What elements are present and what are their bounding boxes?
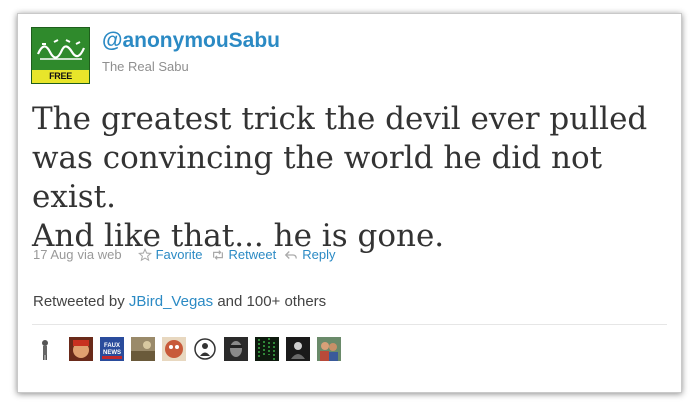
cartoon-icon <box>162 337 186 361</box>
retweeted-suffix: and 100+ others <box>217 293 327 310</box>
tweet-date[interactable]: 17 Aug <box>33 247 74 262</box>
profile-avatar[interactable]: FREE TOPIARY <box>31 27 90 84</box>
couple-photo-icon <box>317 337 341 361</box>
svg-text:FAUX: FAUX <box>104 343 120 349</box>
reply-arrow-icon <box>285 250 298 259</box>
tweet-source: via web <box>77 247 122 262</box>
retweeted-prefix: Retweeted by <box>33 293 125 310</box>
red-face-icon <box>69 337 93 361</box>
retweeter-avatar-row: FAUX NEWS <box>40 337 348 361</box>
dark-figure-icon <box>286 337 310 361</box>
faux-news-icon: FAUX NEWS <box>100 337 124 361</box>
retweeter-avatar[interactable] <box>69 337 93 361</box>
tweet-meta-bar: 17 Aug via web Favorite Retweet Reply <box>33 247 336 262</box>
anonymous-mask-icon <box>193 337 217 361</box>
arabic-script-graphic <box>36 39 86 60</box>
tweet-text: The greatest trick the devil ever pulled… <box>32 100 672 256</box>
retweeter-avatar[interactable] <box>193 337 217 361</box>
tweet-text-line: The greatest trick the devil ever pulled <box>32 101 648 137</box>
favorite-button[interactable]: Favorite <box>137 247 203 262</box>
figure-icon <box>42 340 48 360</box>
matrix-code-icon <box>255 337 279 361</box>
retweet-button[interactable]: Retweet <box>211 247 277 262</box>
user-handle-link[interactable]: @anonymouSabu <box>102 29 280 53</box>
dark-portrait-icon <box>224 337 248 361</box>
avatar-banner-text: FREE TOPIARY <box>32 70 89 83</box>
scene-icon <box>131 337 155 361</box>
retweeter-avatar[interactable] <box>131 337 155 361</box>
svg-text:NEWS: NEWS <box>103 350 121 356</box>
tweet-card: FREE TOPIARY @anonymouSabu The Real Sabu… <box>17 13 682 393</box>
retweet-label: Retweet <box>228 247 277 262</box>
retweeter-avatar[interactable] <box>40 337 50 361</box>
retweeter-avatar[interactable]: FAUX NEWS <box>100 337 124 361</box>
tweet-text-line: was convincing the world he did not exis… <box>32 140 603 215</box>
retweeted-by-line: Retweeted by JBird_Vegas and 100+ others <box>33 293 326 310</box>
retweeter-avatar[interactable] <box>317 337 341 361</box>
user-real-name: The Real Sabu <box>102 59 189 74</box>
star-icon <box>137 247 152 261</box>
retweeter-avatar[interactable] <box>255 337 279 361</box>
divider <box>32 324 667 325</box>
retweeter-avatar[interactable] <box>162 337 186 361</box>
retweeter-avatar[interactable] <box>286 337 310 361</box>
reply-button[interactable]: Reply <box>284 247 336 262</box>
favorite-label: Favorite <box>155 247 203 262</box>
retweet-icon <box>212 249 223 260</box>
retweeter-avatar[interactable] <box>224 337 248 361</box>
retweeter-user-link[interactable]: JBird_Vegas <box>129 293 213 310</box>
reply-label: Reply <box>302 247 336 262</box>
